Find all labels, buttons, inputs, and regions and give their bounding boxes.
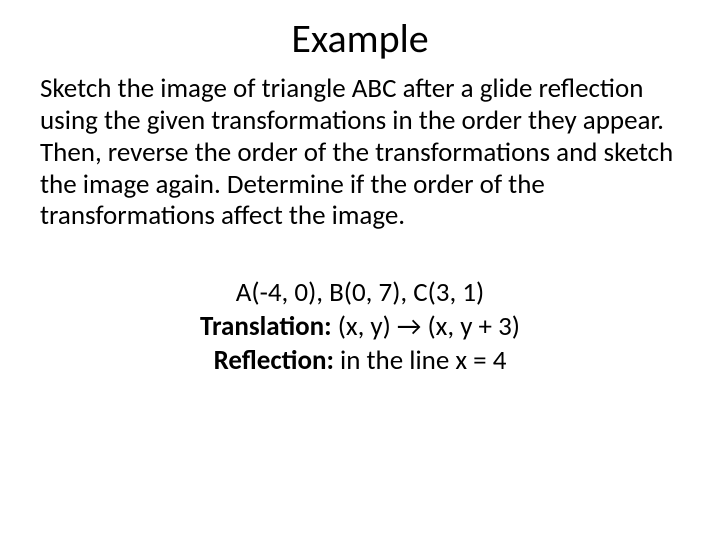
translation-value: (x, y) → (x, y + 3) (338, 310, 520, 343)
reflection-label: Reflection: (214, 344, 334, 377)
problem-block: A(-4, 0), B(0, 7), C(3, 1) Translation: … (40, 276, 680, 377)
reflection-line: Reflection: in the line x = 4 (40, 344, 680, 378)
translation-line: Translation: (x, y) → (x, y + 3) (40, 310, 680, 344)
instruction-text: Sketch the image of triangle ABC after a… (40, 73, 680, 232)
slide-container: Example Sketch the image of triangle ABC… (0, 0, 720, 540)
slide-title: Example (40, 14, 680, 63)
points-line: A(-4, 0), B(0, 7), C(3, 1) (40, 276, 680, 310)
translation-label: Translation: (200, 310, 332, 343)
reflection-value: in the line x = 4 (340, 344, 506, 377)
